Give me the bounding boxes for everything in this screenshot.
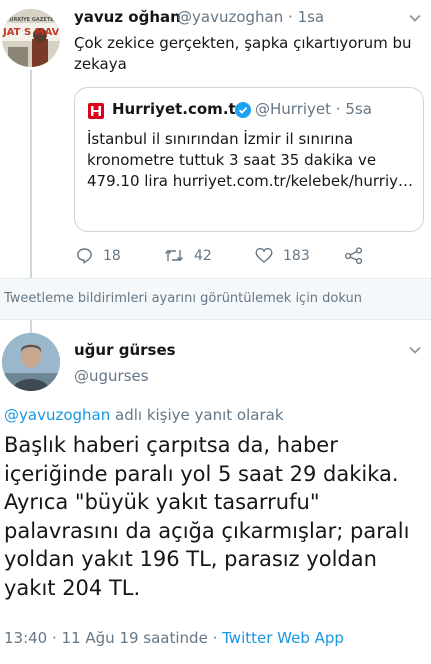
chevron-down-icon[interactable] — [408, 342, 422, 361]
tweet-text: Çok zekice gerçekten, şapka çıkartıyorum… — [74, 34, 412, 73]
quoted-handle-time: @Hurriyet · 5sa — [255, 100, 372, 118]
like-count: 183 — [283, 248, 310, 264]
quoted-tweet-card[interactable]: Hurriyet.com.tr @Hurriyet · 5sa İstanbul… — [74, 87, 424, 232]
avatar-caption-small: TÜRKİYE GAZETESİ — [6, 17, 60, 23]
author-avatar[interactable]: TÜRKİYE GAZETESİ JAT S MAVİ — [2, 9, 60, 67]
share-icon — [344, 247, 363, 265]
heart-icon — [255, 247, 273, 263]
reply-to-suffix: adlı kişiye yanıt olarak — [110, 406, 284, 424]
separator-dot: · — [335, 100, 341, 118]
reply-button[interactable]: 18 — [76, 247, 121, 264]
quoted-handle: @Hurriyet — [255, 100, 332, 118]
tweet-client[interactable]: Twitter Web App — [222, 629, 344, 647]
tweet-text: Başlık haberi çarpıtsa da, haber içeriği… — [4, 433, 410, 600]
divider — [0, 319, 431, 320]
tweet-time: 1sa — [297, 8, 325, 26]
verified-badge-icon — [235, 102, 251, 122]
notification-text[interactable]: Tweetleme bildirimleri ayarını görüntüle… — [4, 291, 362, 306]
avatar-caption-big: JAT S MAVİ — [3, 27, 60, 38]
author-name[interactable]: yavuz oğhan — [74, 8, 181, 26]
retweet-button[interactable]: 42 — [164, 247, 212, 264]
author-avatar[interactable] — [2, 333, 60, 391]
tweet-timestamp: 13:40 · 11 Ağu 19 saatinde · — [4, 629, 218, 647]
author-handle-time[interactable]: @yavuzoghan · 1sa — [177, 8, 324, 26]
chevron-down-icon[interactable] — [408, 10, 422, 29]
like-button[interactable]: 183 — [255, 247, 310, 264]
retweet-icon — [164, 249, 184, 262]
author-handle: @yavuzoghan — [177, 8, 284, 26]
quoted-tweet-text: İstanbul il sınırından İzmir il sınırına… — [87, 130, 414, 190]
hurriyet-logo-icon — [88, 103, 104, 119]
retweet-count: 42 — [194, 248, 212, 264]
reply-count: 18 — [103, 248, 121, 264]
comment-icon — [77, 248, 92, 264]
author-handle[interactable]: @ugurses — [74, 367, 149, 385]
share-button[interactable] — [344, 247, 364, 268]
reply-context: @yavuzoghan adlı kişiye yanıt olarak — [4, 406, 284, 424]
quoted-source-name: Hurriyet.com.tr — [112, 100, 244, 118]
tweet-meta: 13:40 · 11 Ağu 19 saatinde · Twitter Web… — [4, 629, 344, 647]
author-name[interactable]: uğur gürses — [74, 341, 176, 359]
reply-to-handle[interactable]: @yavuzoghan — [4, 406, 110, 424]
avatar-photo-icon — [2, 333, 60, 391]
separator-dot: · — [288, 8, 293, 26]
quoted-time: 5sa — [345, 100, 372, 118]
